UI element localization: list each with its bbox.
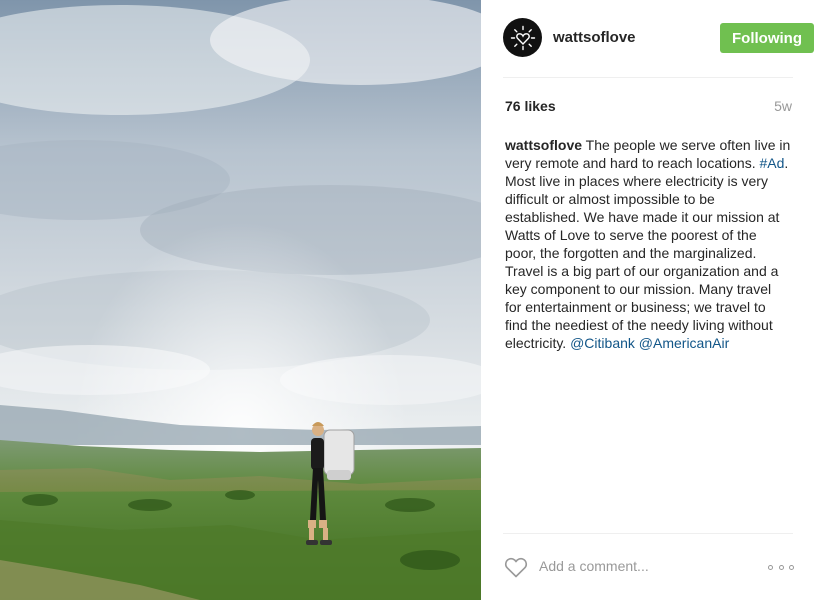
comment-input[interactable] (539, 556, 749, 576)
landscape-photo (0, 0, 481, 600)
post-age[interactable]: 5w (774, 98, 792, 114)
heart-outline-icon[interactable] (504, 556, 528, 578)
post-caption: wattsoflove The people we serve often li… (505, 136, 791, 352)
more-dot (778, 564, 784, 570)
post-detail-panel: wattsoflove Following 76 likes 5w wattso… (481, 0, 819, 600)
mention-americanair-link[interactable]: @AmericanAir (639, 335, 729, 351)
more-options-icon[interactable] (768, 560, 794, 574)
more-dot (768, 564, 773, 570)
more-dot (789, 564, 794, 570)
likes-count[interactable]: 76 likes (505, 98, 556, 114)
post-header: wattsoflove Following (503, 18, 814, 60)
comment-divider (503, 533, 793, 534)
avatar[interactable] (503, 18, 542, 57)
caption-text-part-2: . Most live in places where electricity … (505, 155, 789, 351)
account-username[interactable]: wattsoflove (553, 29, 636, 46)
following-button[interactable]: Following (720, 23, 814, 53)
hashtag-link[interactable]: #Ad (759, 155, 784, 171)
mention-citibank-link[interactable]: @Citibank (570, 335, 635, 351)
header-divider (503, 77, 793, 78)
heart-sun-icon (510, 25, 535, 50)
post-photo[interactable] (0, 0, 481, 600)
caption-username[interactable]: wattsoflove (505, 137, 582, 153)
